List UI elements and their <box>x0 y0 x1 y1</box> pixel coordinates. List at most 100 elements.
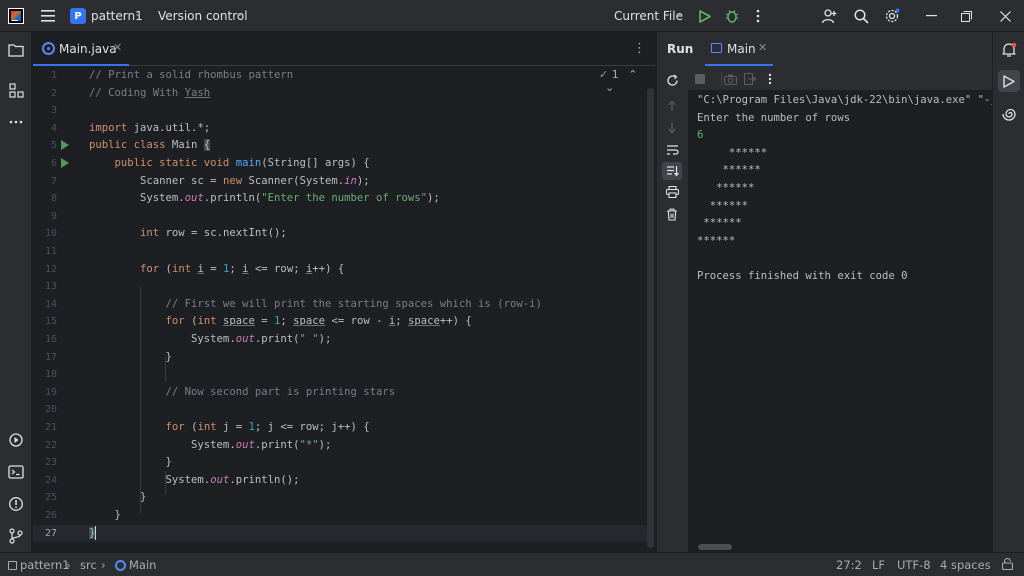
more-options-icon[interactable] <box>761 70 779 88</box>
breadcrumb-project[interactable]: pattern1 <box>8 558 70 572</box>
breadcrumb-src[interactable]: src <box>80 558 97 572</box>
restore-icon[interactable] <box>956 6 976 26</box>
code-line[interactable]: 7 Scanner sc = new Scanner(System.in); <box>33 173 647 191</box>
code-line[interactable]: 12 for (int i = 1; i <= row; i++) { <box>33 261 647 279</box>
run-class-gutter-icon[interactable] <box>61 140 69 151</box>
close-tab-icon[interactable]: ✕ <box>113 41 122 54</box>
ai-assistant-spiral-icon[interactable] <box>999 104 1019 124</box>
code-line[interactable]: 17 } <box>33 349 647 367</box>
rerun-icon[interactable] <box>662 71 682 89</box>
notifications-bell-icon[interactable] <box>999 40 1019 60</box>
terminal-icon[interactable] <box>6 462 26 482</box>
run-method-gutter-icon[interactable] <box>61 158 69 168</box>
code-line[interactable]: 20 <box>33 401 647 419</box>
scroll-up-icon[interactable] <box>662 97 682 115</box>
code-line[interactable]: 6 public static void main(String[] args)… <box>33 155 647 173</box>
code-line[interactable]: 2 // Coding With Yash <box>33 85 647 103</box>
code-line[interactable]: 18 <box>33 366 647 384</box>
tab-options-icon[interactable]: ⋮ <box>633 41 646 56</box>
code-token: ( <box>184 315 198 328</box>
code-line[interactable]: 26 } <box>33 507 647 525</box>
intellij-logo-icon[interactable] <box>8 8 24 24</box>
lock-icon[interactable] <box>1001 558 1014 573</box>
problems-icon[interactable] <box>6 494 26 514</box>
minimize-icon[interactable] <box>921 6 941 26</box>
code-line[interactable]: 11 <box>33 243 647 261</box>
scroll-down-icon[interactable] <box>662 119 682 137</box>
code-line[interactable]: 15 for (int space = 1; space <= row - i;… <box>33 313 647 331</box>
project-badge[interactable]: P <box>70 8 86 24</box>
indent-setting[interactable]: 4 spaces <box>940 558 991 572</box>
code-line[interactable]: 4 import java.util.*; <box>33 120 647 138</box>
services-icon[interactable] <box>6 430 26 450</box>
file-encoding[interactable]: UTF-8 <box>897 558 931 572</box>
line-number: 24 <box>44 474 57 486</box>
console-output[interactable]: "C:\Program Files\Java\jdk-22\bin\java.e… <box>688 90 993 552</box>
settings-gear-icon[interactable] <box>882 6 902 26</box>
line-separator[interactable]: LF <box>872 558 885 572</box>
code-text: for (int j = 1; j <= row; j++) { <box>89 419 370 437</box>
run-config-selector[interactable]: Current File <box>614 9 683 23</box>
code-line[interactable]: 1 // Print a solid rhombus pattern <box>33 67 647 85</box>
code-line[interactable]: 24 System.out.println(); <box>33 472 647 490</box>
code-text: for (int i = 1; i <= row; i++) { <box>89 261 344 279</box>
code-line[interactable]: 19 // Now second part is printing stars <box>33 384 647 402</box>
scroll-to-end-icon[interactable] <box>662 162 682 180</box>
breadcrumb-class[interactable]: Main <box>115 558 156 572</box>
code-token: int <box>197 421 217 433</box>
code-line[interactable]: 22 System.out.print("*"); <box>33 437 647 455</box>
debug-button[interactable] <box>722 6 742 26</box>
close-run-tab-icon[interactable]: ✕ <box>758 41 767 54</box>
project-folder-icon[interactable] <box>6 40 26 60</box>
code-with-me-icon[interactable] <box>819 6 839 26</box>
print-icon[interactable] <box>662 183 682 201</box>
run-tool-icon[interactable] <box>998 70 1020 92</box>
java-class-icon <box>115 560 126 571</box>
run-tab-label: Main <box>727 42 756 56</box>
run-button[interactable] <box>695 6 715 26</box>
clear-all-trash-icon[interactable] <box>662 205 682 223</box>
code-line[interactable]: 3 <box>33 102 647 120</box>
search-icon[interactable] <box>851 6 871 26</box>
run-tab-main[interactable]: Main ✕ <box>705 32 773 66</box>
structure-icon[interactable] <box>6 80 26 100</box>
line-number: 5 <box>50 140 57 152</box>
camera-icon[interactable] <box>721 70 739 88</box>
title-bar: P pattern1 ⌄ Version control ⌄ Current F… <box>0 0 1024 32</box>
code-line[interactable]: 16 System.out.print(" "); <box>33 331 647 349</box>
more-tools-icon[interactable] <box>6 112 26 132</box>
version-control-menu[interactable]: Version control <box>158 9 248 23</box>
code-line[interactable]: 21 for (int j = 1; j <= row; j++) { <box>33 419 647 437</box>
exit-icon[interactable] <box>741 70 759 88</box>
stop-icon[interactable] <box>691 70 709 88</box>
folder-icon <box>8 561 17 570</box>
editor-tab-main-java[interactable]: Main.java ✕ <box>33 32 129 66</box>
code-line[interactable]: 14 // First we will print the starting s… <box>33 296 647 314</box>
code-line[interactable]: 9 <box>33 208 647 226</box>
close-icon[interactable] <box>995 6 1015 26</box>
editor-scrollbar[interactable] <box>647 88 654 548</box>
code-line[interactable]: 10 int row = sc.nextInt(); <box>33 225 647 243</box>
code-line[interactable]: 25 } <box>33 489 647 507</box>
run-title: Run <box>667 42 694 56</box>
code-line[interactable]: 23 } <box>33 454 647 472</box>
code-token: ( <box>159 262 172 275</box>
code-line[interactable]: 8 System.out.println("Enter the number o… <box>33 190 647 208</box>
more-actions-icon[interactable] <box>748 6 768 26</box>
code-text: public static void main(String[] args) { <box>89 155 370 173</box>
code-token: in <box>344 174 357 187</box>
code-token: ; <box>229 262 243 275</box>
soft-wrap-icon[interactable] <box>662 141 682 159</box>
code-line[interactable]: 13 <box>33 278 647 296</box>
breadcrumb-separator: › <box>66 558 71 572</box>
code-token: .println(); <box>229 473 300 486</box>
caret-position[interactable]: 27:2 <box>836 558 862 572</box>
git-icon[interactable] <box>6 526 26 546</box>
code-line[interactable]: 5 public class Main { <box>33 137 647 155</box>
code-text: System.out.print(" "); <box>89 331 331 349</box>
code-line-current[interactable]: 27 } <box>33 524 647 543</box>
code-text: // Print a solid rhombus pattern <box>89 69 294 81</box>
main-menu-icon[interactable] <box>38 6 58 26</box>
code-area[interactable]: 1 // Print a solid rhombus pattern 2 // … <box>33 67 655 552</box>
console-hscrollbar[interactable] <box>698 544 732 550</box>
